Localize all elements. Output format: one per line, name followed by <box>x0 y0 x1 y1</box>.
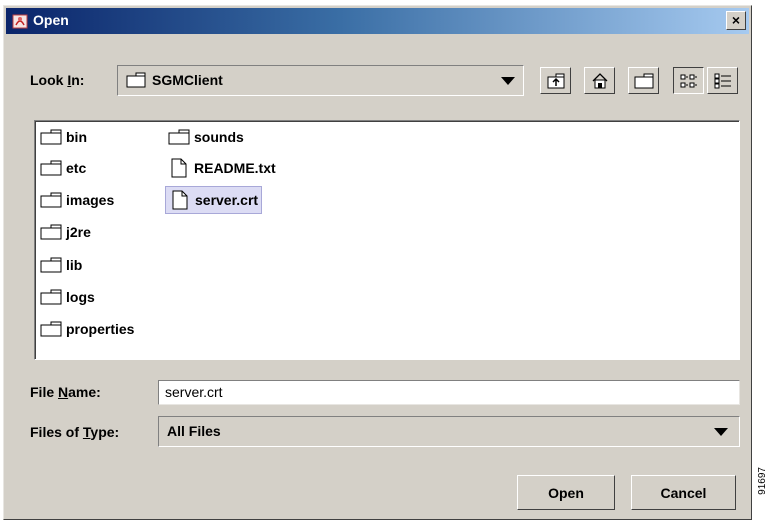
folder-icon <box>40 257 62 273</box>
list-view-icon <box>680 74 697 87</box>
chevron-down-icon[interactable] <box>714 428 728 436</box>
files-of-type-value: All Files <box>167 423 221 439</box>
look-in-combo[interactable]: SGMClient <box>117 65 524 96</box>
file-icon <box>172 190 188 210</box>
folder-icon <box>126 72 146 88</box>
folder-item-bin[interactable]: bin <box>37 125 90 149</box>
open-button[interactable]: Open <box>517 475 615 510</box>
folder-item-properties[interactable]: properties <box>37 317 137 341</box>
folder-icon <box>168 129 190 145</box>
folder-item-lib[interactable]: lib <box>37 253 85 277</box>
file-list[interactable]: bin etc images j2re lib logs properties <box>34 120 740 360</box>
details-view-button[interactable] <box>707 67 738 94</box>
folder-icon <box>40 192 62 208</box>
folder-item-images[interactable]: images <box>37 188 117 212</box>
window-title: Open <box>33 12 69 28</box>
folder-icon <box>40 289 62 305</box>
cancel-button[interactable]: Cancel <box>631 475 736 510</box>
files-of-type-label: Files of Type: <box>30 424 120 440</box>
folder-icon <box>40 160 62 176</box>
folder-icon <box>40 129 62 145</box>
java-app-icon <box>12 14 28 29</box>
files-of-type-combo[interactable]: All Files <box>158 416 740 447</box>
up-one-level-button[interactable] <box>540 67 571 94</box>
folder-up-icon <box>547 73 564 88</box>
folder-icon <box>40 224 62 240</box>
folder-icon <box>40 321 62 337</box>
file-name-label: File Name: <box>30 384 101 400</box>
folder-item-j2re[interactable]: j2re <box>37 220 94 244</box>
close-icon: × <box>731 12 741 28</box>
file-name-input[interactable]: server.crt <box>158 380 740 405</box>
file-item-server-crt[interactable]: server.crt <box>165 186 263 214</box>
folder-item-logs[interactable]: logs <box>37 285 98 309</box>
new-folder-icon <box>634 73 653 88</box>
title-bar[interactable]: Open × <box>6 8 749 34</box>
file-item-readme[interactable]: README.txt <box>165 156 279 180</box>
file-icon <box>171 158 187 178</box>
home-button[interactable] <box>584 67 615 94</box>
folder-item-etc[interactable]: etc <box>37 156 89 180</box>
open-dialog: Open × Look In: SGMClient bin etc images… <box>3 5 752 520</box>
list-view-button[interactable] <box>673 67 704 94</box>
look-in-value: SGMClient <box>152 72 223 88</box>
look-in-label: Look In: <box>30 72 85 88</box>
close-button[interactable]: × <box>726 11 746 30</box>
chevron-down-icon[interactable] <box>501 77 515 85</box>
figure-id-mark: 91697 <box>757 467 767 495</box>
details-view-icon <box>714 73 731 88</box>
folder-item-sounds[interactable]: sounds <box>165 125 247 149</box>
home-icon <box>592 72 607 88</box>
new-folder-button[interactable] <box>628 67 659 94</box>
